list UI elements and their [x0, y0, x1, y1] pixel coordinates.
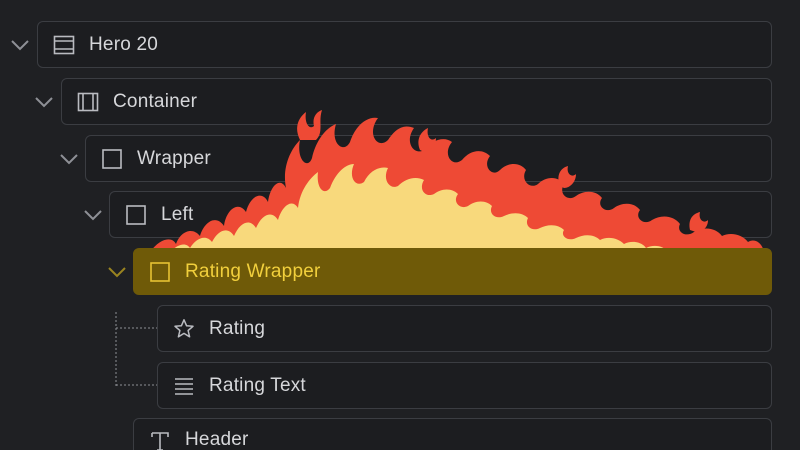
tree-item-wrapper[interactable]: Wrapper — [85, 135, 772, 182]
tree-item-label: Rating — [209, 317, 266, 339]
section-icon — [52, 33, 76, 57]
tree-item-label: Wrapper — [137, 147, 211, 169]
div-block-icon — [124, 203, 148, 227]
navigator-panel: Hero 20 Container Wrapper Left Rating Wr… — [0, 0, 800, 450]
tree-item-label: Left — [161, 203, 194, 225]
chevron-down-icon[interactable] — [58, 152, 80, 166]
tree-item-rating-wrapper[interactable]: Rating Wrapper — [133, 248, 772, 295]
container-icon — [76, 90, 100, 114]
tree-item-label: Rating Text — [209, 374, 306, 396]
tree-item-header[interactable]: Header — [133, 418, 772, 450]
heading-icon — [148, 429, 172, 450]
tree-item-left[interactable]: Left — [109, 191, 772, 238]
div-block-icon — [148, 260, 172, 284]
chevron-down-icon[interactable] — [106, 265, 128, 279]
tree-item-label: Header — [185, 429, 249, 450]
tree-item-container[interactable]: Container — [61, 78, 772, 125]
div-block-icon — [100, 147, 124, 171]
tree-item-label: Rating Wrapper — [185, 260, 321, 282]
tree-item-rating-text[interactable]: Rating Text — [157, 362, 772, 409]
tree-item-label: Container — [113, 90, 198, 112]
tree-item-hero-20[interactable]: Hero 20 — [37, 21, 772, 68]
chevron-down-icon[interactable] — [82, 208, 104, 222]
tree-item-label: Hero 20 — [89, 33, 158, 55]
chevron-down-icon[interactable] — [33, 95, 55, 109]
chevron-down-icon[interactable] — [9, 38, 31, 52]
tree-item-rating[interactable]: Rating — [157, 305, 772, 352]
text-lines-icon — [172, 374, 196, 398]
star-icon — [172, 317, 196, 341]
